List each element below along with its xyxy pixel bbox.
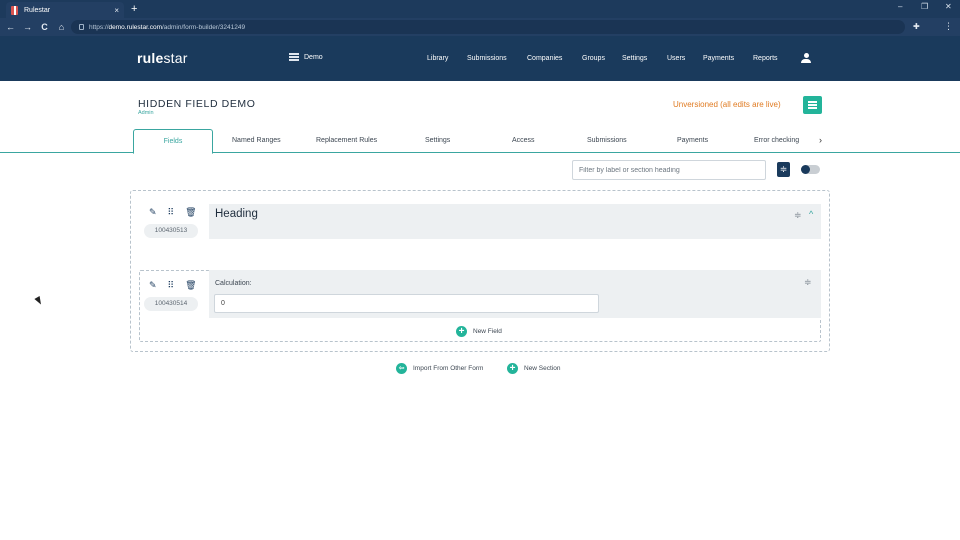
new-section-label: New Section [524,365,561,372]
page-subtitle: Admin [138,110,154,116]
table-icon-row [808,104,817,106]
tab-error-checking[interactable]: Error checking [754,137,799,144]
chevron-right-icon[interactable]: › [819,135,822,145]
table-icon-row [808,101,817,103]
environment-selector[interactable]: Demo [289,53,323,61]
delete-icon[interactable]: 🗑 [185,280,196,291]
nav-submissions[interactable]: Submissions [467,55,507,62]
browser-tab[interactable]: Rulestar × [6,2,124,18]
new-section-button[interactable]: + New Section [507,363,561,374]
table-icon-row [808,107,817,109]
tab-payments[interactable]: Payments [677,137,708,144]
version-status: Unversioned (all edits are live) [673,100,781,109]
plus-circle-icon: + [507,363,518,374]
import-form-button[interactable]: ⇦ Import From Other Form [396,363,483,374]
import-icon: ⇦ [396,363,407,374]
view-toggle[interactable] [801,165,820,174]
logo[interactable]: rulestar [137,50,188,66]
close-window-icon[interactable]: ✕ [945,2,952,11]
nav-companies[interactable]: Companies [527,55,562,62]
tab-access[interactable]: Access [512,137,535,144]
lock-icon [79,24,84,30]
section-id-badge: 100430513 [144,224,198,238]
calculation-input[interactable] [214,294,599,313]
plus-circle-icon: + [456,326,467,337]
nav-library[interactable]: Library [427,55,448,62]
close-tab-icon[interactable]: × [114,6,119,15]
move-icon[interactable]: ⠿ [168,207,175,218]
back-icon[interactable]: ← [2,22,19,32]
edit-icon[interactable]: ✎ [149,207,157,218]
new-tab-button[interactable]: + [131,2,137,16]
section-heading: Heading [215,208,258,220]
maximize-icon[interactable]: ❐ [921,2,928,11]
browser-addressbar: ← → C ⌂ https://demo.rulestar.com/admin/… [0,18,960,36]
move-icon[interactable]: ⠿ [168,280,175,291]
nav-payments[interactable]: Payments [703,55,734,62]
url-bar[interactable]: https://demo.rulestar.com/admin/form-bui… [71,20,905,34]
browser-tabbar: Rulestar × + – ❐ ✕ [0,0,960,18]
drag-handle-icon[interactable]: ≑ [794,210,802,221]
user-icon[interactable] [801,53,811,63]
nav-settings[interactable]: Settings [622,55,647,62]
home-icon[interactable]: ⌂ [53,22,70,32]
tab-fields[interactable]: Fields [133,129,213,154]
import-label: Import From Other Form [413,365,484,372]
minimize-icon[interactable]: – [898,2,902,11]
delete-icon[interactable]: 🗑 [185,207,196,218]
field-id-badge: 100430514 [144,297,198,311]
tab-named-ranges[interactable]: Named Ranges [232,137,281,144]
server-icon [289,53,299,61]
tab-label: Fields [163,138,183,145]
tab-replacement-rules[interactable]: Replacement Rules [316,137,377,144]
new-field-label: New Field [473,328,502,335]
section-toolbar: ✎ ⠿ 🗑 [149,207,197,218]
collapse-all-button[interactable]: ≑ [777,162,790,177]
new-field-button[interactable]: + New Field [456,326,502,337]
nav-users[interactable]: Users [667,55,685,62]
mouse-cursor [34,296,44,306]
edit-icon[interactable]: ✎ [149,280,157,291]
nav-reports[interactable]: Reports [753,55,778,62]
drag-handle-icon[interactable]: ≑ [804,277,812,288]
nav-groups[interactable]: Groups [582,55,605,62]
section-header[interactable]: Heading ≑ ^ [209,204,821,239]
chevron-up-icon[interactable]: ^ [809,209,813,219]
page-title: HIDDEN FIELD DEMO [138,98,256,110]
app-header: rulestar Demo Library Submissions Compan… [0,36,960,81]
browser-menu-icon[interactable]: ⋮ [944,21,953,32]
environment-label: Demo [304,53,323,61]
url-text: https://demo.rulestar.com/admin/form-bui… [89,23,246,31]
favicon-icon [11,5,18,15]
field-toolbar: ✎ ⠿ 🗑 [149,280,197,291]
extensions-icon[interactable]: ✚ [913,22,920,31]
filter-input[interactable] [572,160,766,180]
tab-settings[interactable]: Settings [425,137,450,144]
reload-icon[interactable]: C [36,22,53,32]
field-label: Calculation: [215,280,252,287]
tab-submissions[interactable]: Submissions [587,137,627,144]
forward-icon[interactable]: → [19,22,36,32]
table-view-button[interactable] [803,96,822,114]
browser-tab-title: Rulestar [24,6,51,14]
